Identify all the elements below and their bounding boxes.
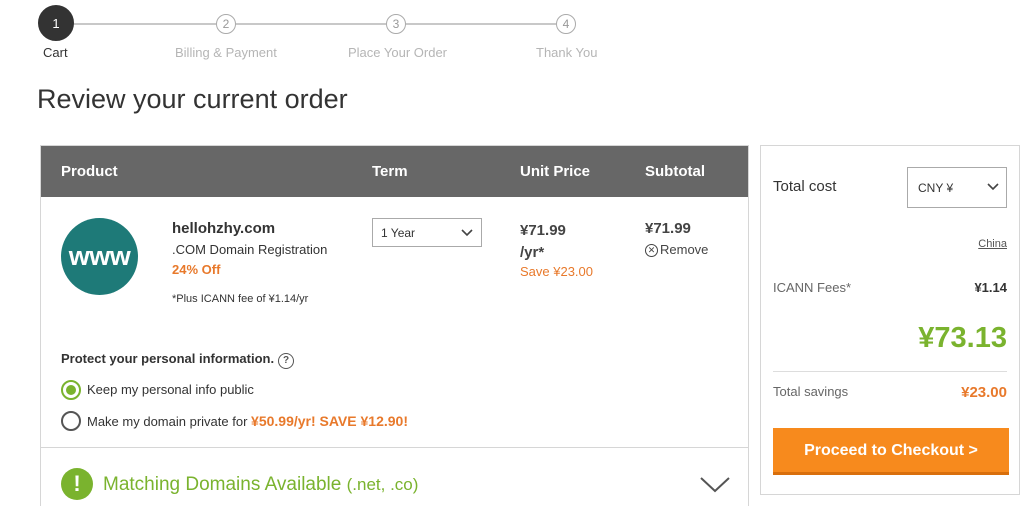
matching-title-text: Matching Domains Available	[103, 474, 342, 495]
total-cost-label: Total cost	[773, 178, 837, 195]
step-4-label: Thank You	[536, 45, 598, 60]
order-table: Product Term Unit Price Subtotal www hel…	[40, 145, 749, 506]
step-connector	[406, 23, 556, 25]
step-2-circle: 2	[216, 14, 236, 34]
private-prefix: Make my domain private for	[87, 414, 248, 429]
matching-title: Matching Domains Available (.net, .co)	[103, 474, 418, 496]
step-4-circle: 4	[556, 14, 576, 34]
order-summary: Total cost CNY ¥ China ICANN Fees* ¥1.14…	[760, 145, 1020, 495]
summary-divider	[773, 371, 1007, 372]
radio-private[interactable]	[61, 411, 81, 431]
term-value: 1 Year	[381, 226, 416, 240]
step-1-circle: 1	[38, 5, 74, 41]
page-title: Review your current order	[37, 84, 348, 114]
icann-fees-value: ¥1.14	[974, 280, 1007, 295]
checkout-page: 1 2 3 4 Cart Billing & Payment Place You…	[0, 0, 1026, 506]
unit-price: ¥71.99 /yr*	[520, 222, 566, 261]
remove-label: Remove	[660, 242, 709, 257]
radio-public-label: Keep my personal info public	[87, 382, 254, 397]
privacy-title: Protect your personal information.?	[61, 351, 295, 369]
header-subtotal: Subtotal	[645, 163, 705, 180]
step-3-circle: 3	[386, 14, 406, 34]
exclamation-icon: !	[61, 468, 93, 500]
radio-private-label: Make my domain private for ¥50.99/yr! SA…	[87, 413, 408, 429]
term-select[interactable]: 1 Year	[372, 218, 482, 247]
header-product: Product	[61, 163, 118, 180]
step-3-label: Place Your Order	[348, 45, 448, 60]
country-link[interactable]: China	[978, 238, 1007, 250]
remove-button[interactable]: ✕ Remove	[645, 242, 708, 257]
proceed-to-checkout-button[interactable]: Proceed to Checkout >	[773, 428, 1009, 475]
grand-total: ¥73.13	[918, 322, 1007, 354]
total-savings-value: ¥23.00	[961, 384, 1007, 401]
unit-savings: Save ¥23.00	[520, 264, 594, 279]
matching-extensions: (.net, .co)	[346, 475, 419, 494]
icann-fee-note: *Plus ICANN fee of ¥1.14/yr	[172, 293, 309, 305]
matching-domains-section[interactable]: ! Matching Domains Available (.net, .co)	[41, 447, 748, 506]
total-savings-label: Total savings	[773, 384, 849, 399]
discount-label: 24% Off	[172, 262, 221, 277]
step-connector	[236, 23, 386, 25]
step-2-label: Billing & Payment	[175, 45, 277, 60]
domain-description: .COM Domain Registration	[172, 242, 328, 257]
checkout-progress: 1 2 3 4 Cart Billing & Payment Place You…	[0, 0, 620, 66]
radio-public[interactable]	[61, 380, 81, 400]
domain-name: hellohzhy.com	[172, 220, 276, 237]
privacy-title-text: Protect your personal information.	[61, 351, 275, 366]
chevron-down-icon	[987, 179, 999, 195]
private-price: ¥50.99/yr! SAVE ¥12.90!	[251, 413, 408, 429]
step-1-label: Cart	[43, 45, 68, 60]
header-unit-price: Unit Price	[520, 163, 591, 180]
chevron-down-icon	[461, 225, 473, 241]
table-header: Product Term Unit Price Subtotal	[41, 146, 748, 197]
currency-select[interactable]: CNY ¥	[907, 167, 1007, 208]
icann-fees-label: ICANN Fees*	[773, 280, 852, 295]
subtotal-value: ¥71.99	[645, 220, 691, 237]
help-icon[interactable]: ?	[278, 353, 295, 369]
remove-icon: ✕	[645, 244, 658, 257]
chevron-down-icon[interactable]	[699, 475, 731, 498]
header-term: Term	[372, 163, 408, 180]
www-icon: www	[61, 218, 138, 295]
currency-value: CNY ¥	[918, 181, 954, 195]
step-connector	[56, 23, 216, 25]
